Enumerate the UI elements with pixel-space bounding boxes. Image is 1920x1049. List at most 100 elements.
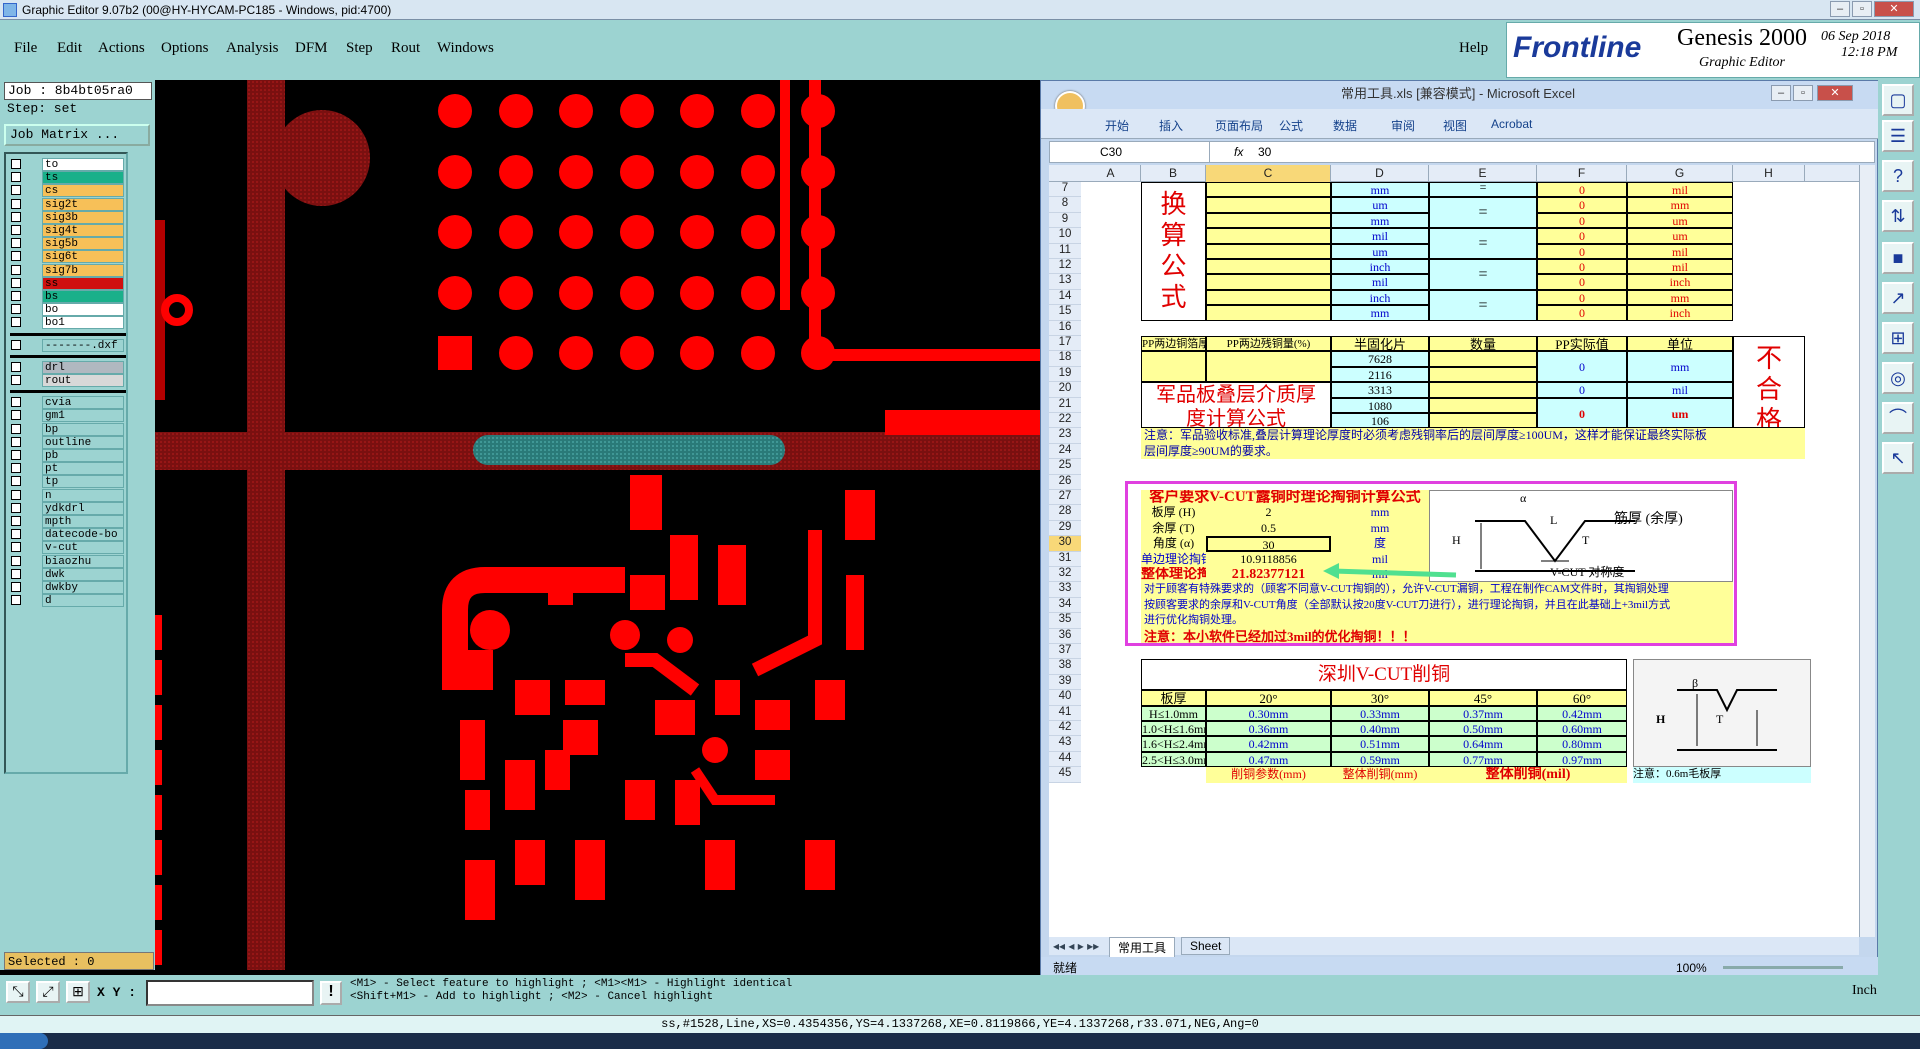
layer-checkbox[interactable] [11, 185, 21, 196]
row-header[interactable]: 24 [1049, 443, 1081, 460]
tool-stack-icon[interactable]: ☰ [1882, 120, 1914, 152]
zoom-tool-icon[interactable]: ⤡ [6, 981, 30, 1003]
layer-name[interactable]: cs [42, 184, 124, 198]
layer-row[interactable]: drl [8, 360, 126, 374]
vcut-label[interactable]: 角度 (α) [1141, 536, 1206, 552]
layer-name[interactable]: rout [42, 374, 124, 387]
spreadsheet-grid[interactable]: ABCDEFGH 7 8 9 10 11 12 13 14 15 16 17 18 19 20 21 22 23… [1049, 165, 1859, 937]
sz-cell[interactable]: 0.80mm [1537, 736, 1627, 752]
layer-row[interactable]: datecode-bo [8, 528, 126, 542]
vcut-value[interactable]: 21.82377121 [1206, 567, 1331, 583]
conv-input-cell[interactable] [1206, 243, 1331, 259]
layer-name[interactable]: ts [42, 171, 124, 185]
layer-checkbox[interactable] [11, 251, 21, 262]
layer-name[interactable]: cvia [42, 396, 124, 410]
layer-row[interactable]: -------.dxf [8, 338, 126, 352]
layer-name[interactable]: mpth [42, 515, 124, 528]
sz-cell[interactable]: 0.50mm [1429, 721, 1537, 737]
layer-row[interactable]: n [8, 488, 126, 502]
layer-checkbox[interactable] [11, 397, 21, 408]
row-header[interactable]: 27 [1049, 490, 1081, 506]
conv-result[interactable]: 0 [1537, 228, 1627, 244]
pp-fail-label[interactable]: 不合格 [1733, 336, 1805, 429]
pp-qty[interactable] [1429, 413, 1537, 429]
ribbon-tab[interactable]: 视图 [1443, 117, 1467, 134]
sz-cell[interactable]: 2.5<H≤3.0mm [1141, 751, 1206, 768]
conv-equals[interactable]: = [1429, 289, 1537, 321]
conv-input-cell[interactable] [1206, 197, 1331, 213]
ribbon-tab[interactable]: 插入 [1159, 117, 1183, 134]
pp-qty[interactable] [1429, 351, 1537, 367]
conversion-title[interactable]: 换算公式 [1141, 182, 1206, 321]
conv-from-unit[interactable]: um [1331, 197, 1429, 213]
menu-edit[interactable]: Edit [57, 40, 82, 57]
conv-from-unit[interactable]: mil [1331, 228, 1429, 244]
xy-input[interactable] [146, 980, 314, 1006]
pp-value[interactable]: 0 [1537, 382, 1627, 398]
row-header[interactable]: 13 [1049, 274, 1081, 290]
pp-title[interactable]: 军品板叠层介质厚度计算公式 [1141, 382, 1331, 429]
layer-name[interactable]: drl [42, 360, 124, 374]
sz-cell[interactable]: 0.51mm [1331, 736, 1429, 752]
sz-cell[interactable]: H≤1.0mm [1141, 705, 1206, 721]
conv-from-unit[interactable]: inch [1331, 289, 1429, 306]
vertical-scrollbar[interactable] [1859, 165, 1875, 937]
pp-value[interactable]: 0 [1537, 351, 1627, 383]
column-header[interactable]: E [1429, 165, 1537, 182]
layer-checkbox[interactable] [11, 595, 21, 606]
layer-row[interactable]: sig5b [8, 237, 126, 251]
layer-checkbox[interactable] [11, 529, 21, 540]
conv-from-unit[interactable]: inch [1331, 259, 1429, 275]
row-header[interactable]: 22 [1049, 413, 1081, 429]
pp-unit[interactable]: mil [1627, 382, 1733, 398]
row-header[interactable]: 7 [1049, 182, 1081, 198]
layer-checkbox[interactable] [11, 198, 21, 209]
excel-close[interactable]: ✕ [1817, 85, 1853, 101]
layer-row[interactable]: ts [8, 171, 126, 185]
conv-input-cell[interactable] [1206, 228, 1331, 244]
layer-name[interactable]: d [42, 594, 124, 608]
minimize-button[interactable]: – [1830, 1, 1850, 17]
conv-input-cell[interactable] [1206, 182, 1331, 198]
formula-input[interactable]: 30 [1258, 142, 1271, 162]
layer-row[interactable]: d [8, 594, 126, 608]
conv-to-unit[interactable]: inch [1627, 274, 1733, 290]
column-header[interactable]: D [1331, 165, 1429, 182]
layer-checkbox[interactable] [11, 317, 21, 328]
pp-unit[interactable]: um [1627, 397, 1733, 429]
ribbon-tab[interactable]: 页面布局 [1215, 117, 1263, 134]
conv-input-cell[interactable] [1206, 212, 1331, 229]
row-header[interactable]: 35 [1049, 613, 1081, 629]
vcut-label[interactable]: 板厚 (H) [1141, 505, 1206, 521]
row-header[interactable]: 20 [1049, 382, 1081, 398]
conv-input-cell[interactable] [1206, 259, 1331, 275]
zoom-slider[interactable] [1723, 966, 1843, 969]
row-header[interactable]: 11 [1049, 243, 1081, 259]
menu-dfm[interactable]: DFM [295, 40, 328, 57]
vcut-unit[interactable]: mm [1331, 505, 1429, 521]
sz-cell[interactable]: 0.77mm [1429, 751, 1537, 768]
sz-header[interactable]: 60° [1537, 690, 1627, 706]
conv-to-unit[interactable]: mm [1627, 289, 1733, 306]
layer-checkbox[interactable] [11, 211, 21, 222]
pp-type[interactable]: 2116 [1331, 366, 1429, 383]
row-header[interactable]: 42 [1049, 721, 1081, 737]
vcut-value[interactable]: 10.9118856 [1206, 551, 1331, 567]
tool-arc-icon[interactable]: ⌒ [1882, 402, 1914, 434]
layer-checkbox[interactable] [11, 436, 21, 447]
sz-footer[interactable]: 整体削铜(mil) [1429, 767, 1627, 783]
layer-checkbox[interactable] [11, 582, 21, 592]
tool-help-icon[interactable]: ? [1882, 160, 1914, 192]
conv-result[interactable]: 0 [1537, 274, 1627, 290]
grid-tool-icon[interactable]: ⊞ [66, 981, 90, 1003]
vcut-unit[interactable]: mm [1331, 520, 1429, 537]
vcut-label[interactable]: 余厚 (T) [1141, 520, 1206, 537]
row-header[interactable]: 28 [1049, 505, 1081, 521]
row-header[interactable]: 45 [1049, 767, 1081, 783]
row-header[interactable]: 25 [1049, 459, 1081, 475]
layer-row[interactable]: pb [8, 449, 126, 462]
conv-result[interactable]: 0 [1537, 212, 1627, 229]
vcut-unit[interactable]: 度 [1331, 536, 1429, 552]
layer-row[interactable]: mpth [8, 515, 126, 528]
vcut-value[interactable]: 2 [1206, 505, 1331, 521]
